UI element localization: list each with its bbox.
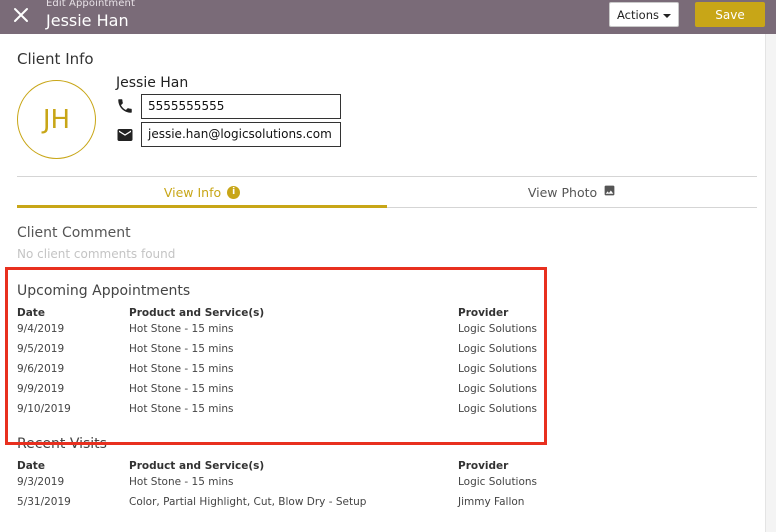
phone-icon (116, 97, 134, 115)
header-subtitle: Edit Appointment (46, 0, 135, 9)
save-button[interactable]: Save (695, 2, 765, 27)
recent-row-2-product: Color, Partial Highlight, Cut, Blow Dry … (129, 496, 367, 508)
recent-row-1-date: 9/3/2019 (17, 476, 65, 488)
client-comment-empty: No client comments found (17, 247, 176, 261)
recent-product-header: Product and Service(s) (129, 460, 265, 472)
client-comment-title: Client Comment (17, 225, 131, 241)
close-icon[interactable] (12, 6, 30, 24)
phone-field[interactable]: 5555555555 (141, 94, 341, 119)
recent-provider-header: Provider (458, 460, 509, 472)
caret-down-icon (663, 13, 671, 18)
tabs-divider (17, 176, 757, 177)
header-bar: Edit Appointment Jessie Han Actions Save (0, 0, 776, 34)
actions-label: Actions (616, 7, 659, 22)
tab-view-photo-label: View Photo (527, 184, 598, 200)
page-title: Jessie Han (46, 11, 129, 30)
recent-date-header: Date (17, 460, 45, 472)
client-info-title: Client Info (17, 50, 94, 68)
recent-row-1-provider: Logic Solutions (458, 476, 538, 488)
tab-view-info[interactable]: View Info i (17, 178, 387, 206)
highlight-annotation-box (5, 267, 547, 445)
recent-row-1-product: Hot Stone - 15 mins (129, 476, 234, 488)
tab-view-info-label: View Info (163, 184, 222, 200)
info-icon: i (227, 185, 241, 199)
email-field[interactable]: jessie.han@logicsolutions.com (141, 122, 341, 147)
tabs-bottom-divider (387, 207, 757, 208)
tab-view-photo[interactable]: View Photo (387, 178, 757, 206)
active-tab-indicator (17, 205, 387, 208)
email-icon (116, 126, 134, 144)
client-name: Jessie Han (116, 75, 189, 91)
actions-dropdown-button[interactable]: Actions (609, 2, 679, 27)
avatar-initials: JH (42, 104, 71, 135)
recent-row-2-provider: Jimmy Fallon (458, 496, 525, 508)
avatar: JH (17, 80, 96, 159)
recent-row-2-date: 5/31/2019 (17, 496, 71, 508)
image-icon (603, 184, 616, 200)
scrollbar[interactable] (765, 34, 776, 532)
